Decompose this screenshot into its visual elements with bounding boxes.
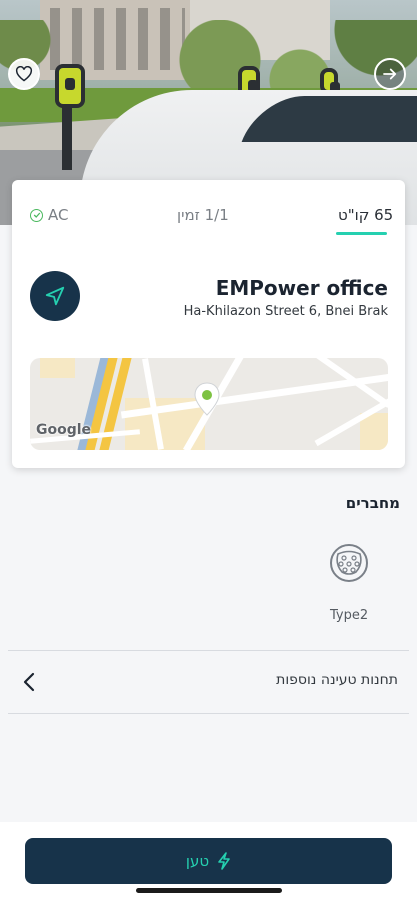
connectors-title: מחברים: [345, 494, 400, 512]
home-indicator: [136, 888, 282, 893]
charger-pole: [62, 100, 72, 170]
lightning-bolt-icon: [218, 852, 230, 870]
map-area: [40, 358, 75, 378]
share-button[interactable]: [374, 58, 406, 90]
favorite-button[interactable]: [8, 58, 40, 90]
tab-ac-label: AC: [48, 206, 69, 224]
check-circle-icon: [30, 208, 43, 222]
type2-connector-icon: [330, 544, 368, 582]
station-address: Ha-Khilazon Street 6, Bnei Brak: [183, 304, 388, 319]
tab-ac[interactable]: AC: [30, 206, 68, 224]
charge-button[interactable]: טען: [25, 838, 392, 884]
heart-outline-icon: [15, 66, 33, 82]
more-stations-label: תחנות טעינה נוספות: [276, 672, 398, 688]
station-card: AC 1/1 זמין 65 קו"ט EMPower office Ha-Kh…: [12, 180, 405, 468]
navigation-arrow-icon: [45, 286, 65, 306]
ev-charger: [55, 64, 85, 108]
map-attribution: Google: [36, 422, 92, 438]
charge-button-label: טען: [185, 852, 210, 870]
chevron-left-icon: [23, 672, 35, 692]
connector-type-label: Type2: [330, 608, 369, 623]
tab-availability[interactable]: 1/1 זמין: [177, 206, 229, 224]
active-tab-indicator: [336, 232, 387, 235]
bottom-action-bar: טען: [0, 822, 417, 900]
navigate-button[interactable]: [30, 271, 80, 321]
map-pin-icon: [194, 382, 220, 416]
divider: [8, 713, 409, 714]
station-name: EMPower office: [215, 276, 388, 300]
arrow-right-icon: [383, 68, 397, 80]
more-stations-row[interactable]: תחנות טעינה נוספות: [8, 650, 409, 713]
tab-power[interactable]: 65 קו"ט: [338, 206, 393, 224]
station-map[interactable]: Google: [30, 358, 388, 450]
station-info-tabs: AC 1/1 זמין 65 קו"ט: [12, 180, 405, 244]
